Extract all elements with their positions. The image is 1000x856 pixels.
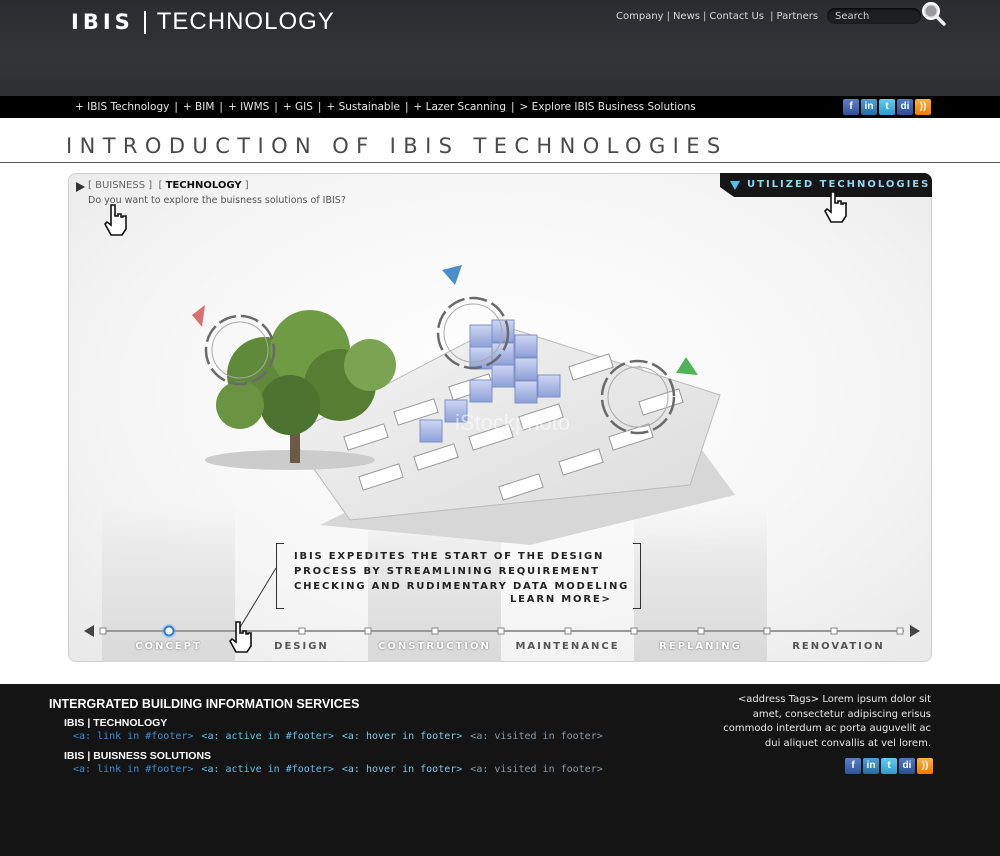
nav-item-lazer-scanning[interactable]: + Lazer Scanning [414, 101, 506, 113]
hand-cursor-icon [824, 191, 847, 223]
site-header: IBIS TECHNOLOGY Company | News | Contact… [0, 0, 1000, 96]
top-nav-separator: | [766, 10, 774, 22]
timeline-prev-icon[interactable] [84, 625, 94, 637]
facebook-icon[interactable]: f [843, 99, 859, 115]
stock-watermark: iStockphoto [455, 410, 570, 435]
digg-icon[interactable]: di [899, 758, 915, 774]
stage-concept[interactable]: CONCEPT [102, 641, 235, 652]
search-input[interactable] [835, 9, 915, 23]
stage-description: IBIS EXPEDITES THE START OF THE DESIGN P… [294, 549, 629, 594]
description-line-3: CHECKING AND RUDIMENTARY DATA MODELING [294, 581, 630, 592]
nav-item-explore-business[interactable]: > Explore IBIS Business Solutions [520, 101, 696, 113]
green-pyramid-icon [676, 357, 698, 375]
stage-replaning[interactable]: REPLANING [634, 641, 767, 652]
nav-item-sustainable[interactable]: + Sustainable [326, 101, 400, 113]
footer-links-technology: <a: link in #footer> <a: active in #foot… [73, 731, 603, 742]
timeline-next-icon[interactable] [910, 625, 920, 637]
title-divider [0, 162, 1000, 163]
footer-links-business: <a: link in #footer> <a: active in #foot… [73, 764, 603, 775]
top-nav-partners[interactable]: Partners [777, 11, 819, 22]
footer-link-visited-sample[interactable]: <a: visited in footer> [470, 764, 602, 775]
logo-technology-text: TECHNOLOGY [156, 8, 335, 35]
footer-link-sample[interactable]: <a: link in #footer> [73, 731, 193, 742]
top-nav-news[interactable]: News [673, 11, 700, 22]
breadcrumb-bracket-open: [ [158, 180, 163, 191]
description-bracket-right [633, 543, 641, 609]
top-nav: Company | News | Contact Us | Partners [616, 9, 818, 23]
nav-item-ibis-technology[interactable]: + IBIS Technology [75, 101, 169, 113]
nav-separator: | [317, 101, 322, 113]
site-logo[interactable]: IBIS TECHNOLOGY [71, 8, 335, 36]
nav-separator: | [274, 101, 278, 113]
breadcrumb: [ BUISNESS ] [ TECHNOLOGY ] [88, 180, 249, 191]
page-root: IBIS TECHNOLOGY Company | News | Contact… [0, 0, 1000, 856]
facebook-icon[interactable]: f [845, 758, 861, 774]
breadcrumb-play-icon[interactable] [76, 182, 85, 192]
address-line: commodo interdum ac porta auguvelit ac [723, 723, 931, 734]
footer-link-active-sample[interactable]: <a: active in #footer> [201, 731, 333, 742]
footer-link-hover-sample[interactable]: <a: hover in footer> [342, 731, 462, 742]
footer-heading-business[interactable]: IBIS | BUISNESS SOLUTIONS [64, 750, 211, 762]
page-title: INTRODUCTION OF IBIS TECHNOLOGIES [66, 134, 728, 158]
hero-illustration: iStockphoto [192, 265, 735, 545]
search-icon[interactable] [919, 0, 947, 28]
utilized-technologies-label[interactable]: UTILIZED TECHNOLOGIES [747, 179, 930, 190]
learn-more-link[interactable]: LEARN MORE> [510, 594, 612, 605]
stage-construction[interactable]: CONSTRUCTION [368, 641, 501, 652]
footer-title: INTERGRATED BUILDING INFORMATION SERVICE… [49, 697, 360, 711]
nav-separator: | [404, 101, 409, 113]
blue-pyramid-icon [442, 265, 462, 285]
footer-link-hover-sample[interactable]: <a: hover in footer> [342, 764, 462, 775]
top-nav-company[interactable]: Company [616, 11, 664, 22]
address-line: amet, consectetur adipiscing erisus [752, 708, 931, 720]
main-nav-links: + IBIS Technology | + BIM | + IWMS | + G… [75, 100, 696, 114]
nav-separator: | [219, 101, 223, 113]
twitter-icon[interactable]: t [879, 99, 895, 115]
logo-divider [143, 10, 146, 34]
footer-link-active-sample[interactable]: <a: active in #footer> [201, 764, 333, 775]
twitter-icon[interactable]: t [881, 758, 897, 774]
stage-renovation[interactable]: RENOVATION [772, 641, 905, 652]
footer-link-visited-sample[interactable]: <a: visited in footer> [470, 731, 602, 742]
breadcrumb-bracket-close: ] [244, 180, 249, 191]
search-box [827, 8, 921, 24]
description-line-2: PROCESS BY STREAMLINING REQUIREMENT [294, 566, 600, 577]
footer-link-sample[interactable]: <a: link in #footer> [73, 764, 193, 775]
description-line-1: IBIS EXPEDITES THE START OF THE DESIGN [294, 551, 605, 562]
timeline-slider[interactable] [84, 622, 920, 642]
triangle-down-icon [730, 181, 740, 190]
stage-design[interactable]: DESIGN [235, 641, 368, 652]
top-nav-separator: | [666, 10, 670, 22]
breadcrumb-technology[interactable]: TECHNOLOGY [166, 180, 242, 191]
rss-icon[interactable]: )) [915, 99, 931, 115]
digg-icon[interactable]: di [897, 99, 913, 115]
nav-item-bim[interactable]: + BIM [183, 101, 215, 113]
breadcrumb-business[interactable]: [ BUISNESS ] [88, 180, 152, 191]
nav-item-gis[interactable]: + GIS [283, 101, 313, 113]
linkedin-icon[interactable]: in [861, 99, 877, 115]
footer-address: <address Tags> Lorem ipsum dolor sit ame… [700, 693, 931, 751]
timeline-active-handle[interactable] [163, 625, 175, 637]
top-nav-contact-us[interactable]: Contact Us [709, 11, 764, 22]
nav-separator: | [510, 101, 515, 113]
logo-ibis-text: IBIS [71, 10, 134, 34]
header-social-icons: f in t di )) [843, 99, 931, 115]
footer-heading-technology[interactable]: IBIS | TECHNOLOGY [64, 717, 167, 729]
linkedin-icon[interactable]: in [863, 758, 879, 774]
red-pyramid-icon [192, 305, 205, 327]
footer-social-icons: f in t di )) [845, 758, 933, 774]
hand-cursor-icon [229, 621, 252, 653]
nav-separator: | [174, 101, 178, 113]
rss-icon[interactable]: )) [917, 758, 933, 774]
address-line: dui aliquet convallis at vel lorem. [764, 737, 931, 749]
stage-maintenance[interactable]: MAINTENANCE [501, 641, 634, 652]
nav-item-iwms[interactable]: + IWMS [228, 101, 269, 113]
address-line: <address Tags> Lorem ipsum dolor sit [737, 694, 931, 705]
hand-cursor-icon [104, 204, 127, 236]
top-nav-separator: | [702, 10, 707, 22]
